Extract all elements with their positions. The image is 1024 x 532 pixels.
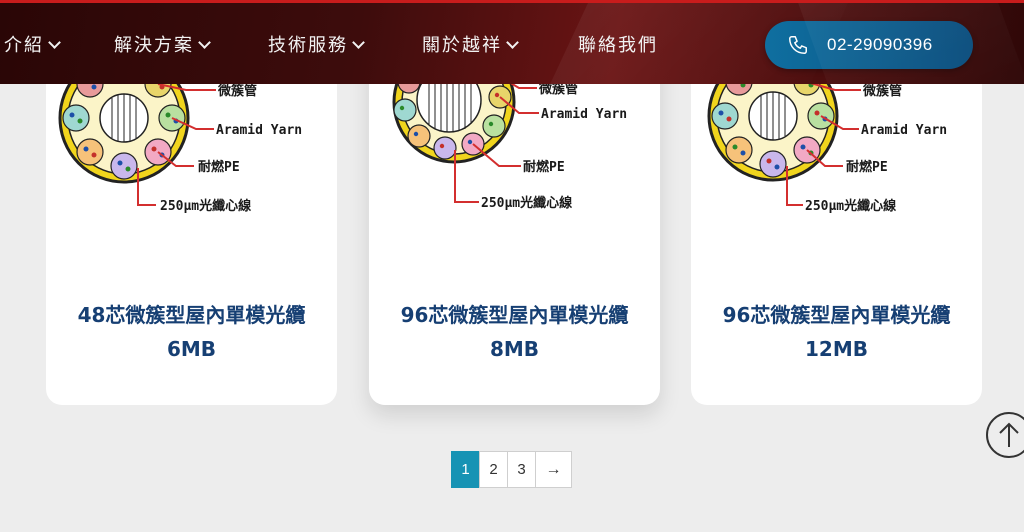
- nav-item-about[interactable]: 關於越祥: [422, 31, 519, 57]
- page-link-1[interactable]: 1: [451, 451, 480, 488]
- nav-item-label: 介紹: [4, 35, 44, 56]
- chevron-down-icon: [198, 36, 211, 49]
- label-flame-pe: 耐燃PE: [846, 159, 888, 175]
- label-flame-pe: 耐燃PE: [198, 159, 240, 175]
- label-micro-tube: 微簇管: [862, 83, 902, 99]
- label-fiber: 250μm光纖心線: [160, 198, 252, 214]
- nav-item-label: 技術服務: [268, 35, 348, 56]
- scroll-to-top-button[interactable]: [986, 412, 1024, 458]
- nav-item-intro[interactable]: 介紹: [4, 31, 61, 57]
- product-card[interactable]: 微簇管 Aramid Yarn 耐燃PE 250μm光纖心線 48芯微簇型屋內單…: [46, 40, 337, 405]
- nav-item-label: 解決方案: [114, 35, 194, 56]
- page-link-2[interactable]: 2: [479, 451, 508, 488]
- nav-item-contact[interactable]: 聯絡我們: [578, 31, 658, 57]
- chevron-down-icon: [48, 36, 61, 49]
- nav-item-label: 聯絡我們: [578, 35, 658, 56]
- product-card[interactable]: 微簇管 Aramid Yarn 耐燃PE 250μm光纖心線 96芯微簇型屋內單…: [369, 40, 660, 405]
- label-micro-tube: 微簇管: [217, 83, 257, 99]
- chevron-down-icon: [506, 36, 519, 49]
- next-page-button[interactable]: →: [535, 451, 572, 488]
- label-fiber: 250μm光纖心線: [481, 195, 573, 211]
- label-aramid-yarn: Aramid Yarn: [541, 107, 627, 122]
- label-fiber: 250μm光纖心線: [805, 198, 897, 214]
- pagination: 1 2 3 →: [451, 451, 572, 488]
- page-link-3[interactable]: 3: [507, 451, 536, 488]
- phone-icon: [789, 36, 807, 54]
- product-title[interactable]: 96芯微簇型屋內單模光纜12MB: [711, 298, 962, 366]
- product-card[interactable]: 微簇管 Aramid Yarn 耐燃PE 250μm光纖心線 96芯微簇型屋內單…: [691, 40, 982, 405]
- phone-number: 02-29090396: [827, 35, 933, 54]
- phone-button[interactable]: 02-29090396: [765, 21, 973, 69]
- product-title[interactable]: 96芯微簇型屋內單模光纜8MB: [389, 298, 640, 366]
- label-flame-pe: 耐燃PE: [523, 159, 565, 175]
- nav-item-solutions[interactable]: 解決方案: [114, 31, 211, 57]
- site-header: 介紹 解決方案 技術服務 關於越祥 聯絡我們 02-29090396: [0, 0, 1024, 84]
- label-aramid-yarn: Aramid Yarn: [216, 123, 302, 138]
- product-title[interactable]: 48芯微簇型屋內單模光纜6MB: [66, 298, 317, 366]
- chevron-down-icon: [352, 36, 365, 49]
- arrow-up-icon: [999, 422, 1019, 447]
- label-aramid-yarn: Aramid Yarn: [861, 123, 947, 138]
- nav-item-label: 關於越祥: [422, 35, 502, 56]
- nav-item-services[interactable]: 技術服務: [268, 31, 365, 57]
